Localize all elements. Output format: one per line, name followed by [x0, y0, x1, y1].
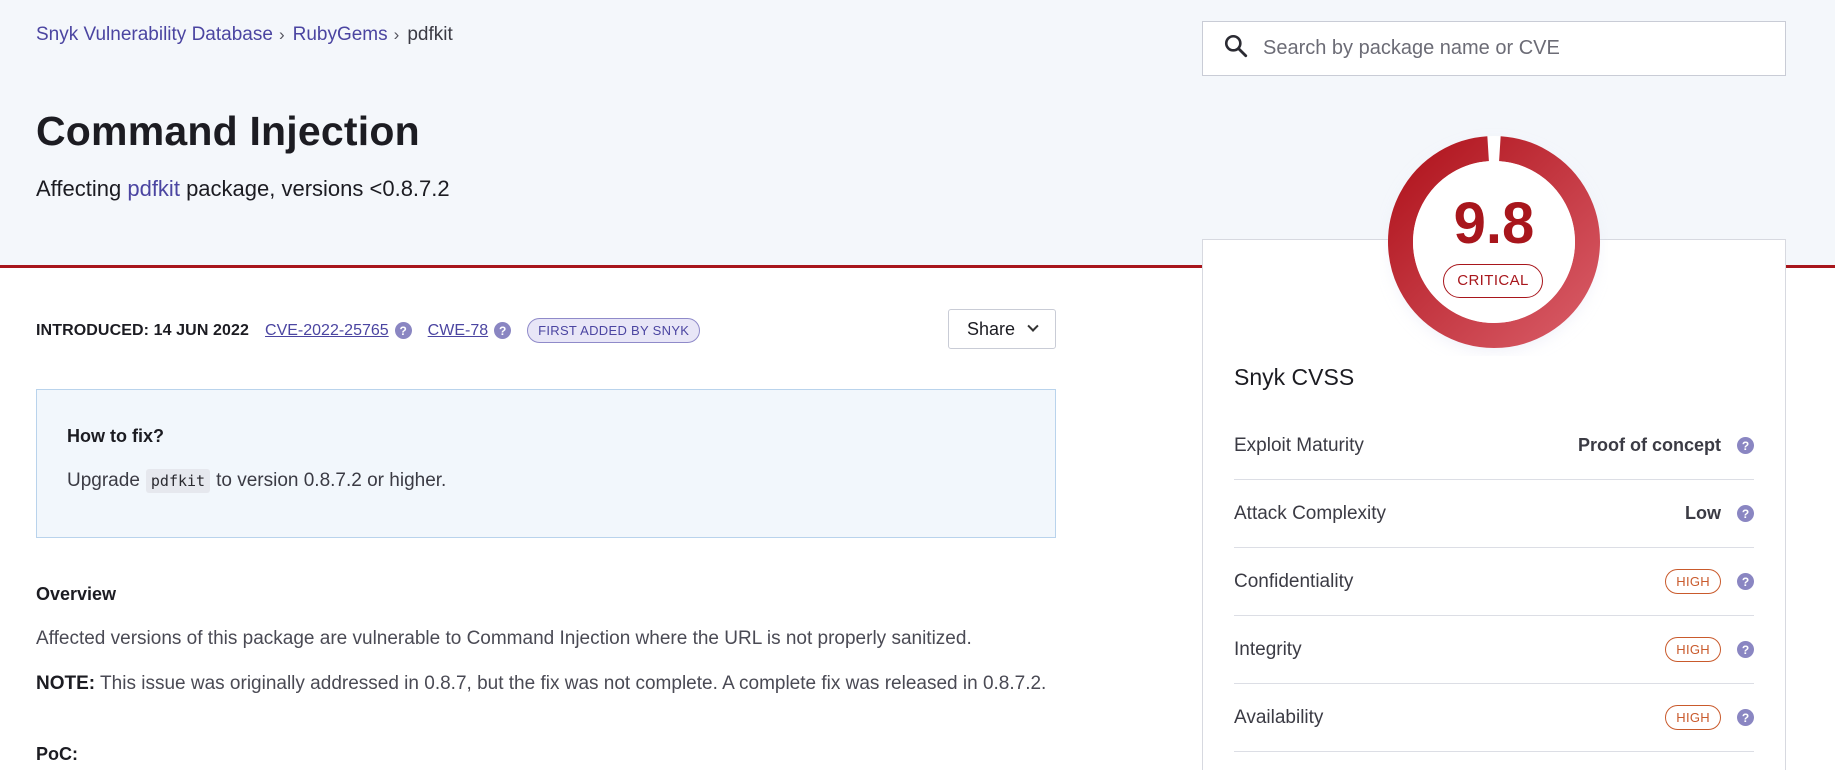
metric-label: Confidentiality	[1234, 570, 1354, 592]
note-text: This issue was originally addressed in 0…	[100, 673, 1047, 694]
subtitle-suffix: package, versions <0.8.7.2	[186, 176, 450, 201]
help-icon[interactable]: ?	[394, 322, 412, 339]
metric-label: Exploit Maturity	[1234, 434, 1364, 456]
metric-value: Proof of concept	[1578, 435, 1721, 455]
how-to-fix-box: How to fix? Upgrade pdfkit to version 0.…	[36, 389, 1056, 538]
breadcrumb: Snyk Vulnerability Database › RubyGems ›…	[36, 24, 453, 46]
poc-heading: PoC:	[36, 744, 78, 764]
fix-suffix: to version 0.8.7.2 or higher.	[216, 470, 447, 491]
help-icon[interactable]: ?	[494, 322, 512, 339]
help-icon[interactable]: ?	[1737, 709, 1754, 726]
note-label: NOTE:	[36, 673, 96, 694]
help-icon[interactable]: ?	[1737, 573, 1754, 590]
cvss-row-integrity: Integrity HIGH?	[1234, 616, 1754, 684]
breadcrumb-link-snyk-database[interactable]: Snyk Vulnerability Database	[36, 24, 273, 46]
metric-label: Availability	[1234, 706, 1324, 728]
cve-link[interactable]: CVE-2022-25765	[265, 322, 389, 340]
share-label: Share	[966, 318, 1016, 339]
subtitle-prefix: Affecting	[36, 176, 122, 201]
metric-severity-pill: HIGH	[1665, 637, 1721, 662]
overview-note: NOTE: This issue was originally addresse…	[36, 673, 1046, 695]
severity-badge: CRITICAL	[1443, 264, 1543, 298]
introduced-date: INTRODUCED: 14 JUN 2022	[36, 321, 250, 339]
overview-heading: Overview	[36, 584, 117, 604]
page-subtitle: Affecting pdfkit package, versions <0.8.…	[36, 176, 450, 202]
cvss-title: Snyk CVSS	[1234, 364, 1355, 390]
cvss-row-attack-complexity: Attack Complexity Low?	[1234, 480, 1754, 548]
package-code: pdfkit	[145, 469, 211, 493]
help-icon[interactable]: ?	[1737, 641, 1754, 658]
cvss-row-exploit-maturity: Exploit Maturity Proof of concept?	[1234, 412, 1754, 480]
package-link[interactable]: pdfkit	[127, 176, 180, 201]
search-box[interactable]	[1202, 21, 1786, 76]
overview-paragraph: Affected versions of this package are vu…	[36, 628, 972, 649]
metric-label: Attack Complexity	[1234, 502, 1387, 524]
first-added-badge: FIRST ADDED BY SNYK	[527, 318, 701, 343]
score-value: 9.8	[1453, 191, 1535, 256]
cvss-metrics-list: Exploit Maturity Proof of concept? Attac…	[1234, 412, 1754, 752]
cvss-row-availability: Availability HIGH?	[1234, 684, 1754, 752]
fix-prefix: Upgrade	[67, 470, 140, 491]
search-icon	[1223, 33, 1249, 64]
chevron-down-icon	[1027, 320, 1039, 332]
breadcrumb-separator: ›	[393, 25, 400, 44]
search-input[interactable]	[1263, 37, 1743, 60]
how-to-fix-heading: How to fix?	[67, 426, 164, 446]
share-button[interactable]: Share	[948, 309, 1056, 349]
metric-value: Low	[1685, 503, 1721, 523]
metric-severity-pill: HIGH	[1665, 705, 1721, 730]
breadcrumb-separator: ›	[278, 25, 285, 44]
metric-severity-pill: HIGH	[1665, 569, 1721, 594]
breadcrumb-link-rubygems[interactable]: RubyGems	[293, 24, 388, 46]
breadcrumb-current: pdfkit	[407, 24, 453, 45]
help-icon[interactable]: ?	[1737, 505, 1754, 522]
help-icon[interactable]: ?	[1737, 437, 1754, 454]
cvss-row-confidentiality: Confidentiality HIGH?	[1234, 548, 1754, 616]
metric-label: Integrity	[1234, 638, 1302, 660]
cwe-link[interactable]: CWE-78	[428, 322, 488, 340]
page-title: Command Injection	[36, 108, 420, 154]
how-to-fix-text: Upgrade pdfkit to version 0.8.7.2 or hig…	[67, 469, 446, 493]
vuln-meta-row: INTRODUCED: 14 JUN 2022 CVE-2022-25765 ?…	[36, 318, 701, 343]
